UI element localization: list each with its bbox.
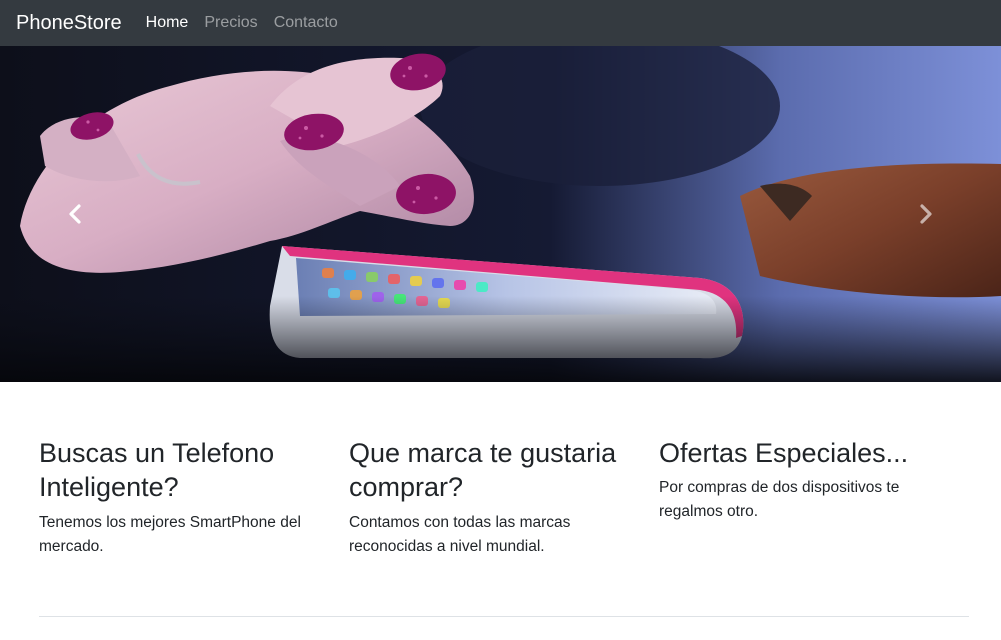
- feature-heading: Ofertas Especiales...: [659, 438, 909, 468]
- hero-carousel: [0, 46, 1001, 382]
- feature-column: Que marca te gustaria comprar? Contamos …: [349, 436, 659, 559]
- feature-text: Por compras de dos dispositivos te regal…: [659, 479, 900, 521]
- nav-link-contacto[interactable]: Contacto: [274, 14, 338, 32]
- feature-column: Ofertas Especiales... Por compras de dos…: [659, 436, 969, 559]
- feature-text: Contamos con todas las marcas reconocida…: [349, 513, 571, 555]
- carousel-next-button[interactable]: [851, 46, 1001, 382]
- feature-heading: Que marca te gustaria comprar?: [349, 438, 617, 503]
- nav-link-home[interactable]: Home: [146, 14, 189, 32]
- nav-link-precios[interactable]: Precios: [204, 14, 257, 32]
- navbar: PhoneStore Home Precios Contacto: [0, 0, 1001, 46]
- feature-column: Buscas un Telefono Inteligente? Tenemos …: [39, 436, 349, 559]
- section-divider: [39, 616, 969, 617]
- brand-logo[interactable]: PhoneStore: [16, 12, 122, 35]
- features-row: Buscas un Telefono Inteligente? Tenemos …: [39, 436, 969, 559]
- feature-text: Tenemos los mejores SmartPhone del merca…: [39, 513, 301, 555]
- feature-heading: Buscas un Telefono Inteligente?: [39, 438, 275, 503]
- chevron-left-icon: [69, 204, 81, 224]
- carousel-prev-button[interactable]: [0, 46, 150, 382]
- chevron-right-icon: [920, 204, 932, 224]
